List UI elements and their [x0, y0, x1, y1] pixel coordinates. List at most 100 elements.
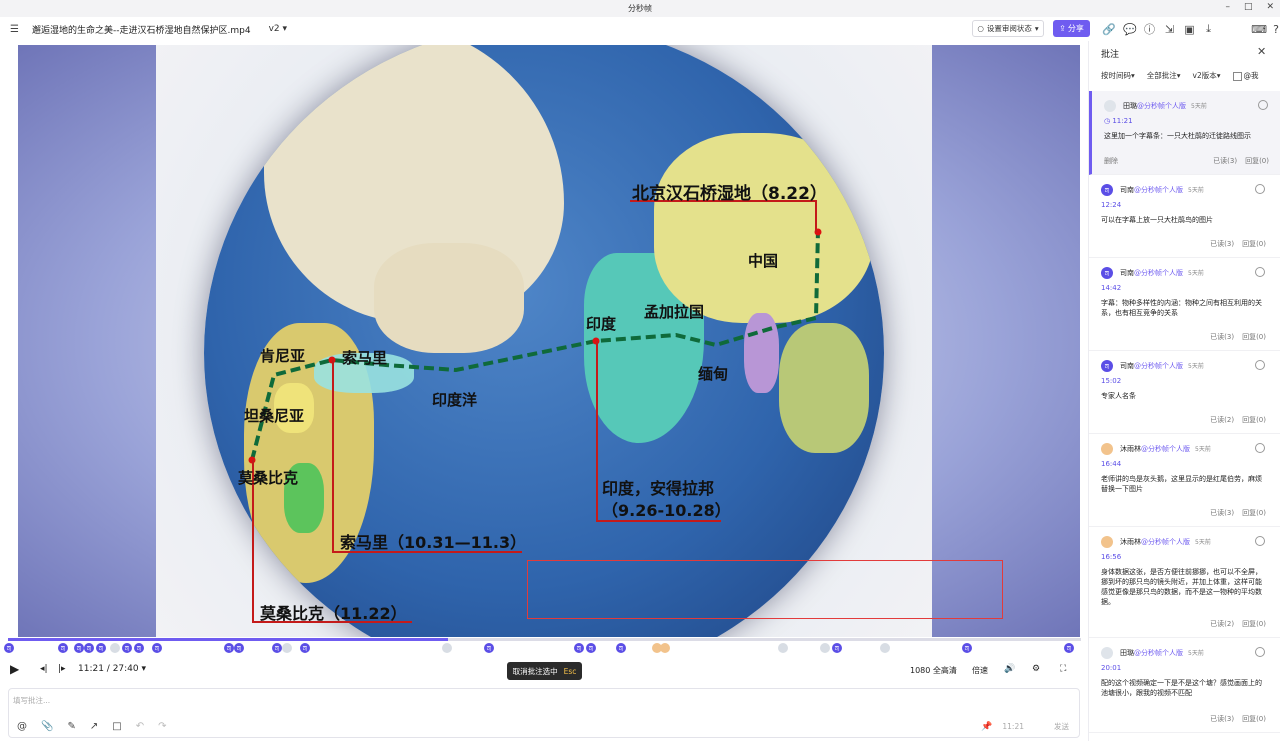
download-icon[interactable]: ⤓: [1205, 22, 1213, 36]
comment-timecode[interactable]: 20:01: [1101, 664, 1121, 672]
all-filter[interactable]: 全部批注▾: [1147, 70, 1181, 81]
comment-marker[interactable]: [660, 643, 670, 653]
fullscreen-icon[interactable]: ⛶: [1060, 664, 1066, 674]
comment-marker[interactable]: 司: [4, 643, 14, 653]
step-back-icon[interactable]: ◂|: [40, 664, 48, 674]
comment-marker[interactable]: 司: [58, 643, 68, 653]
read-count[interactable]: 已读(3): [1210, 239, 1234, 249]
comment-timecode[interactable]: 12:24: [1101, 201, 1121, 209]
read-count[interactable]: 已读(3): [1210, 508, 1234, 518]
play-icon[interactable]: ▶: [10, 662, 19, 676]
volume-icon[interactable]: 🔊: [1004, 664, 1015, 674]
arrow-icon[interactable]: ↗: [90, 721, 98, 732]
comment-marker[interactable]: 司: [272, 643, 282, 653]
quality-selector[interactable]: 1080 全高清: [910, 665, 957, 676]
comment-marker[interactable]: 司: [122, 643, 132, 653]
pen-icon[interactable]: ✎: [67, 721, 75, 732]
comment-marker[interactable]: 司: [484, 643, 494, 653]
comment-marker[interactable]: [442, 643, 452, 653]
comment-marker[interactable]: 司: [962, 643, 972, 653]
comment-marker[interactable]: 司: [832, 643, 842, 653]
read-count[interactable]: 已读(3): [1210, 714, 1234, 724]
comment-marker[interactable]: 司: [234, 643, 244, 653]
read-count[interactable]: 已读(3): [1213, 156, 1237, 166]
comment-item[interactable]: 沐雨林@分秒帧个人版 5天前 16:56 身体数据这张，是否方便往前挪挪，也可以不全屏…: [1089, 527, 1280, 638]
sort-filter[interactable]: 按时间码▾: [1101, 70, 1135, 81]
resolve-circle-icon[interactable]: [1255, 267, 1265, 277]
annotation-rectangle[interactable]: [527, 560, 1003, 619]
comment-marker[interactable]: [778, 643, 788, 653]
comment-item[interactable]: 田璐@分秒帧个人版 5天前 ◷ 11:21 这里加一个字幕条：一只大杜鹃的迁徙路线图示…: [1089, 91, 1280, 175]
comment-timecode[interactable]: 16:44: [1101, 460, 1121, 468]
reply-button[interactable]: 回复(0): [1242, 239, 1266, 249]
mention-icon[interactable]: @: [17, 721, 27, 732]
read-count[interactable]: 已读(3): [1210, 332, 1234, 342]
reply-button[interactable]: 回复(0): [1242, 619, 1266, 629]
maximize-icon[interactable]: □: [1244, 2, 1253, 12]
help-icon[interactable]: ?: [1272, 23, 1280, 36]
comment-timecode[interactable]: 15:02: [1101, 377, 1121, 385]
comment-marker[interactable]: 司: [586, 643, 596, 653]
comment-marker[interactable]: 司: [96, 643, 106, 653]
comment-item[interactable]: 田璐@分秒帧个人版 5天前 20:01 配的这个视频确定一下是不是这个塘？感觉画面上的…: [1089, 638, 1280, 733]
send-button[interactable]: 发送: [1054, 721, 1069, 732]
comment-marker[interactable]: 司: [224, 643, 234, 653]
comment-item[interactable]: 司司南@分秒帧个人版 5天前 15:02 专家人名条 已读(2) 回复(0): [1089, 351, 1280, 434]
resolve-circle-icon[interactable]: [1255, 184, 1265, 194]
image-icon[interactable]: ▣: [1184, 23, 1194, 36]
reply-button[interactable]: 回复(0): [1242, 332, 1266, 342]
link-icon[interactable]: 🔗: [1102, 23, 1116, 36]
resolve-circle-icon[interactable]: [1255, 647, 1265, 657]
comment-marker[interactable]: [110, 643, 120, 653]
comment-marker[interactable]: 司: [1064, 643, 1074, 653]
resolve-circle-icon[interactable]: [1255, 536, 1265, 546]
reply-button[interactable]: 回复(0): [1245, 156, 1269, 166]
comment-item[interactable]: 沐雨林@分秒帧个人版 5天前 16:44 老师讲的鸟是灰头鹅，这里显示的是红尾伯劳，麻…: [1089, 434, 1280, 527]
pin-icon[interactable]: 📌: [981, 722, 992, 732]
comment-composer[interactable]: 填写批注... @ 📎 ✎ ↗ □ ↶ ↷ 📌 11:21 发送: [8, 688, 1080, 738]
share-button[interactable]: ⇪ 分享: [1053, 20, 1090, 37]
comment-marker[interactable]: [820, 643, 830, 653]
comment-marker[interactable]: 司: [134, 643, 144, 653]
comment-item[interactable]: 司司南@分秒帧个人版 5天前 12:24 可以在字幕上放一只大杜鹃鸟的图片 已读(3) 回…: [1089, 175, 1280, 258]
info-icon[interactable]: ⓘ: [1144, 21, 1155, 37]
version-selector[interactable]: v2 ▾: [269, 24, 287, 34]
resolve-circle-icon[interactable]: [1255, 443, 1265, 453]
read-count[interactable]: 已读(2): [1210, 415, 1234, 425]
close-window-icon[interactable]: ✕: [1266, 2, 1274, 12]
checkbox[interactable]: [1232, 71, 1242, 81]
keyboard-icon[interactable]: ⌨: [1251, 23, 1267, 36]
attachment-icon[interactable]: 📎: [41, 721, 53, 732]
export-icon[interactable]: ⇲: [1165, 23, 1174, 36]
reply-button[interactable]: 回复(0): [1242, 415, 1266, 425]
comment-icon[interactable]: 💬: [1123, 23, 1137, 36]
minimize-icon[interactable]: –: [1225, 2, 1230, 12]
comment-marker[interactable]: [880, 643, 890, 653]
settings-gear-icon[interactable]: ⚙: [1032, 664, 1040, 674]
at-me-filter[interactable]: @我: [1232, 70, 1259, 81]
comment-marker[interactable]: 司: [300, 643, 310, 653]
comment-marker[interactable]: 司: [84, 643, 94, 653]
reply-button[interactable]: 回复(0): [1242, 714, 1266, 724]
resolve-circle-icon[interactable]: [1255, 360, 1265, 370]
rectangle-icon[interactable]: □: [112, 721, 121, 732]
video-player[interactable]: 北京汉石桥湿地（8.22） 中国 印度 孟加拉国 缅甸 肯尼亚 索马里 印度洋 …: [18, 45, 1080, 637]
comment-marker[interactable]: 司: [152, 643, 162, 653]
speed-selector[interactable]: 倍速: [972, 665, 988, 676]
step-forward-icon[interactable]: |▸: [58, 664, 66, 674]
time-display[interactable]: 11:21 / 27:40 ▾: [78, 664, 146, 674]
comment-timecode[interactable]: 14:42: [1101, 284, 1121, 292]
comment-marker[interactable]: [282, 643, 292, 653]
undo-icon[interactable]: ↶: [136, 721, 144, 732]
read-count[interactable]: 已读(2): [1210, 619, 1234, 629]
comment-marker[interactable]: 司: [574, 643, 584, 653]
reply-button[interactable]: 回复(0): [1242, 508, 1266, 518]
review-status-button[interactable]: ○ 设置审阅状态 ▾: [972, 20, 1044, 37]
comment-marker[interactable]: 司: [616, 643, 626, 653]
version-filter[interactable]: v2版本▾: [1193, 70, 1221, 81]
redo-icon[interactable]: ↷: [158, 721, 166, 732]
comment-timecode[interactable]: 16:56: [1101, 553, 1121, 561]
comment-item[interactable]: 司司南@分秒帧个人版 5天前 14:42 字幕：物种多样性的内涵：物种之间有相互利用的…: [1089, 258, 1280, 351]
resolve-circle-icon[interactable]: [1258, 100, 1268, 110]
comment-marker[interactable]: 司: [74, 643, 84, 653]
